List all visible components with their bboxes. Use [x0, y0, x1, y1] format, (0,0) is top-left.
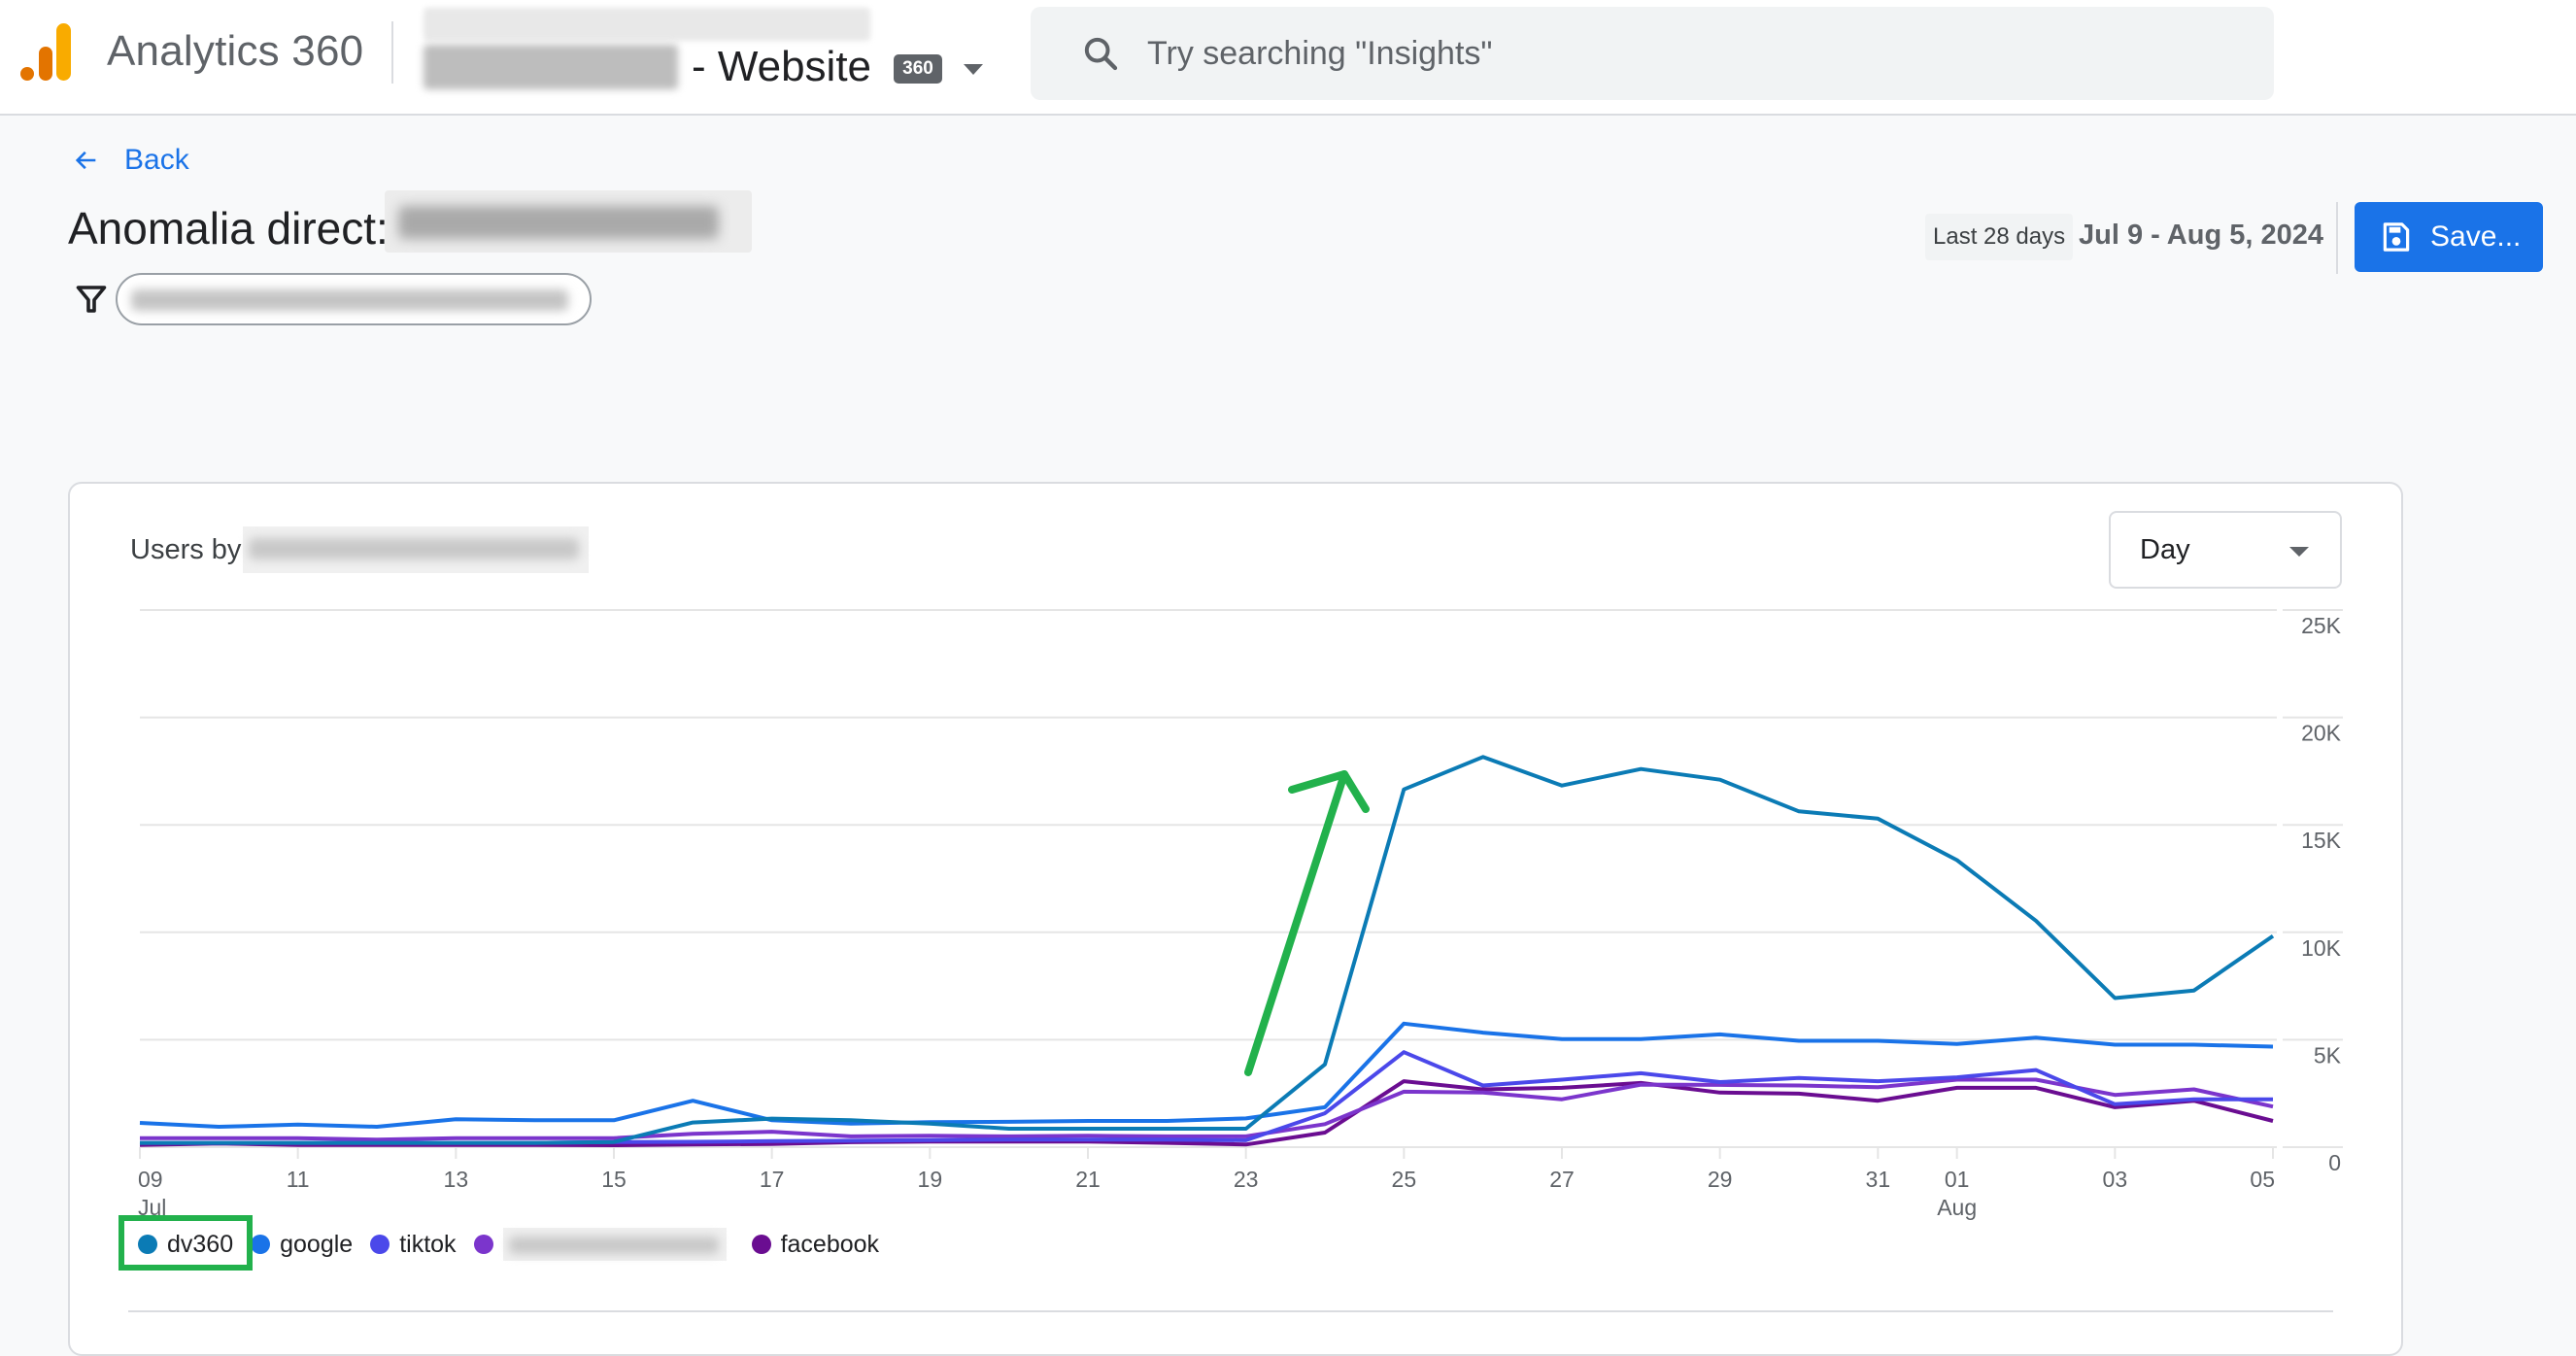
search-bar[interactable] — [1031, 7, 2274, 100]
header-actions-divider — [2336, 202, 2338, 274]
header-divider — [391, 21, 393, 84]
chart-title-dimension-redacted — [243, 526, 589, 573]
property-360-badge: 360 — [894, 54, 942, 84]
legend-dot-icon — [751, 1235, 771, 1254]
legend-item-facebook[interactable]: facebook — [751, 1230, 880, 1259]
property-name[interactable]: - Website — [692, 43, 871, 91]
chart-card — [68, 482, 2403, 1356]
dv360-highlight-annotation — [119, 1215, 253, 1271]
legend-item-redacted[interactable] — [473, 1228, 734, 1261]
back-label: Back — [124, 144, 189, 176]
page-title: Anomalia direct: — [68, 203, 389, 254]
app-name: Analytics 360 — [107, 27, 364, 75]
legend-label: tiktok — [399, 1230, 457, 1258]
legend-dot-icon — [251, 1235, 271, 1254]
search-icon — [1084, 37, 1118, 71]
arrow-back-icon — [75, 151, 96, 170]
property-name-redacted — [424, 45, 678, 89]
legend-label: google — [280, 1230, 354, 1258]
legend-dot-icon — [370, 1235, 390, 1254]
property-dropdown-caret-icon[interactable] — [964, 64, 983, 75]
save-icon — [2383, 222, 2410, 252]
chart-title: Users by — [130, 534, 242, 565]
card-divider — [128, 1310, 2333, 1312]
granularity-select[interactable]: Day — [2109, 511, 2342, 589]
legend-item-google[interactable]: google — [251, 1231, 353, 1259]
date-range[interactable]: Jul 9 - Aug 5, 2024 — [2079, 220, 2323, 252]
back-link[interactable]: Back — [72, 144, 189, 177]
filter-chip-redacted[interactable] — [116, 273, 592, 325]
legend-label: facebook — [780, 1230, 880, 1258]
analytics-logo-icon[interactable] — [19, 23, 72, 82]
granularity-value: Day — [2140, 533, 2190, 565]
top-bar: Analytics 360 - Website 360 — [0, 0, 2576, 116]
save-button[interactable]: Save... — [2355, 202, 2543, 272]
page-title-redacted — [385, 190, 752, 253]
legend-item-tiktok[interactable]: tiktok — [370, 1230, 457, 1259]
search-input[interactable] — [1147, 34, 2118, 73]
legend-dot-icon — [473, 1235, 493, 1254]
dropdown-caret-icon — [2289, 547, 2309, 557]
filter-icon — [76, 286, 107, 313]
legend-label-redacted — [502, 1228, 727, 1261]
account-name-redacted — [424, 8, 870, 41]
save-label: Save... — [2430, 220, 2522, 253]
date-preset-chip[interactable]: Last 28 days — [1925, 214, 2074, 260]
